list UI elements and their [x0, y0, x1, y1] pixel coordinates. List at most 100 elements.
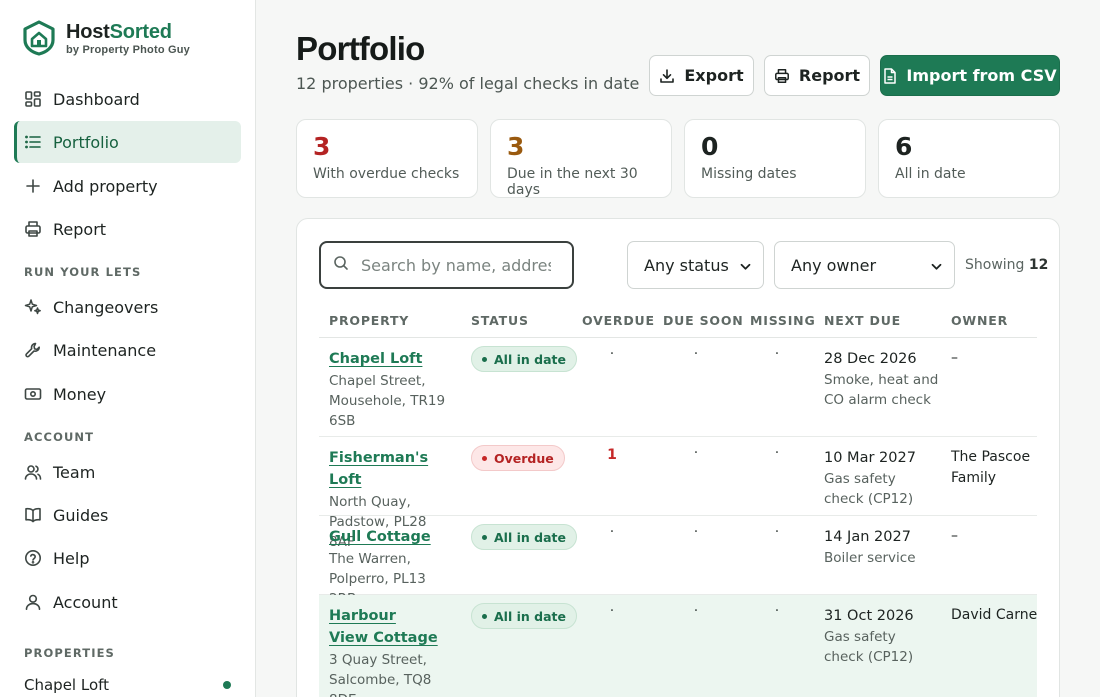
nav-item-dashboard[interactable]: Dashboard [14, 78, 241, 120]
nav-item-changeovers[interactable]: Changeovers [14, 286, 241, 328]
nav-item-team[interactable]: Team [14, 451, 241, 493]
due-soon-count: · [693, 445, 699, 461]
nav-section-properties: PROPERTIES [24, 646, 115, 660]
nav-item-help[interactable]: Help [14, 537, 241, 579]
property-link[interactable]: Chapel Loft [329, 348, 454, 370]
due-soon-count: · [693, 603, 699, 619]
nav-label: Guides [53, 505, 109, 525]
status-badge: All in date [471, 524, 577, 550]
import-csv-button-label: Import from CSV [906, 66, 1057, 85]
overdue-count: 1 [607, 447, 617, 463]
sidebar: HostSorted by Property Photo Guy Dashboa… [0, 0, 256, 697]
wrench-icon [24, 341, 42, 359]
list-icon [24, 133, 42, 151]
due-soon-count: · [693, 346, 699, 362]
missing-count: · [774, 346, 780, 362]
nav-item-report[interactable]: Report [14, 208, 241, 250]
owner-filter-select[interactable]: Any owner [774, 241, 955, 289]
stat-card-in-date[interactable]: 6 All in date [878, 119, 1060, 198]
property-link[interactable]: Gull Cottage [329, 526, 454, 548]
col-overdue[interactable]: OVERDUE [582, 313, 655, 328]
import-csv-button[interactable]: Import from CSV [880, 55, 1060, 96]
stat-value: 0 [701, 132, 719, 161]
nav-item-portfolio[interactable]: Portfolio [14, 121, 241, 163]
printer-icon [774, 68, 790, 84]
nav-label: Money [53, 384, 107, 404]
status-badge: All in date [471, 346, 577, 372]
table-header: PROPERTY STATUS OVERDUE DUE SOON MISSING… [319, 299, 1037, 338]
overdue-count: · [609, 524, 615, 540]
nav-label: Changeovers [53, 297, 159, 317]
chevron-down-icon [931, 256, 942, 275]
missing-count: · [774, 603, 780, 619]
property-address: Chapel Street, Mousehole, TR19 6SB [329, 373, 446, 429]
nav-item-money[interactable]: Money [14, 373, 241, 415]
table-row[interactable]: Fisherman's Loft North Quay, Padstow, PL… [319, 437, 1037, 550]
brand-subtitle: by Property Photo Guy [66, 43, 190, 56]
nav-item-add-property[interactable]: Add property [14, 165, 241, 207]
nav-item-account[interactable]: Account [14, 581, 241, 623]
page-subtitle: 12 properties · 92% of legal checks in d… [296, 74, 640, 93]
nav-item-guides[interactable]: Guides [14, 494, 241, 536]
col-property[interactable]: PROPERTY [329, 313, 409, 328]
table-row[interactable]: Harbour View Cottage 3 Quay Street, Salc… [319, 595, 1037, 697]
table-row[interactable]: Chapel Loft Chapel Street, Mousehole, TR… [319, 338, 1037, 437]
due-soon-count: · [693, 524, 699, 540]
stat-card-missing[interactable]: 0 Missing dates [684, 119, 866, 198]
download-icon [659, 68, 675, 84]
nav-label: Account [53, 592, 118, 612]
nav-label: Team [53, 462, 96, 482]
stat-label: Due in the next 30 days [507, 166, 638, 198]
search-input[interactable] [361, 255, 551, 275]
users-icon [24, 463, 42, 481]
plus-icon [24, 177, 42, 195]
house-shield-logo-icon [23, 20, 55, 56]
owner-name: – [951, 350, 958, 366]
report-button[interactable]: Report [764, 55, 870, 96]
property-link[interactable]: Harbour View Cottage [329, 605, 439, 649]
stat-card-overdue[interactable]: 3 With overdue checks [296, 119, 478, 198]
col-due-soon[interactable]: DUE SOON [663, 313, 744, 328]
col-missing[interactable]: MISSING [750, 313, 816, 328]
next-due-date: 28 Dec 2026 [824, 351, 917, 367]
col-owner[interactable]: OWNER [951, 313, 1008, 328]
missing-count: · [774, 524, 780, 540]
export-button[interactable]: Export [649, 55, 754, 96]
missing-count: · [774, 445, 780, 461]
brand[interactable]: HostSorted by Property Photo Guy [22, 20, 190, 56]
owner-filter-value: Any owner [791, 255, 877, 275]
sidebar-property-item[interactable]: Chapel Loft [24, 676, 234, 694]
nav-label: Help [53, 548, 90, 568]
status-filter-select[interactable]: Any status [627, 241, 764, 289]
sidebar-property-label: Chapel Loft [24, 676, 110, 694]
col-status[interactable]: STATUS [471, 313, 529, 328]
stat-value: 3 [507, 132, 525, 161]
nav-label: Add property [53, 176, 158, 196]
next-due-desc: Gas safety check (CP12) [824, 471, 914, 507]
overdue-count: · [609, 346, 615, 362]
stat-label: With overdue checks [313, 166, 460, 182]
nav-label: Dashboard [53, 89, 140, 109]
next-due-desc: Gas safety check (CP12) [824, 629, 914, 665]
col-next-due[interactable]: NEXT DUE [824, 313, 901, 328]
status-filter-value: Any status [644, 255, 729, 275]
nav-section-account: ACCOUNT [24, 430, 95, 444]
owner-name: – [951, 528, 958, 544]
export-button-label: Export [684, 66, 744, 85]
nav-label: Maintenance [53, 340, 157, 360]
next-due-date: 31 Oct 2026 [824, 608, 914, 624]
property-link[interactable]: Fisherman's Loft [329, 447, 459, 491]
stat-label: All in date [895, 166, 966, 182]
portfolio-table-card: Any status Any owner Showing 12 PROPERTY… [296, 218, 1060, 697]
user-icon [24, 593, 42, 611]
stat-card-due-soon[interactable]: 3 Due in the next 30 days [490, 119, 672, 198]
nav-label: Portfolio [53, 132, 119, 152]
table-row[interactable]: Gull Cottage The Warren, Polperro, PL13 … [319, 516, 1037, 607]
stat-value: 3 [313, 132, 331, 161]
status-dot-icon [223, 681, 231, 689]
search-box[interactable] [319, 241, 574, 289]
banknote-icon [24, 385, 42, 403]
brand-name: HostSorted [66, 20, 172, 43]
nav-item-maintenance[interactable]: Maintenance [14, 329, 241, 371]
next-due-date: 14 Jan 2027 [824, 529, 911, 545]
